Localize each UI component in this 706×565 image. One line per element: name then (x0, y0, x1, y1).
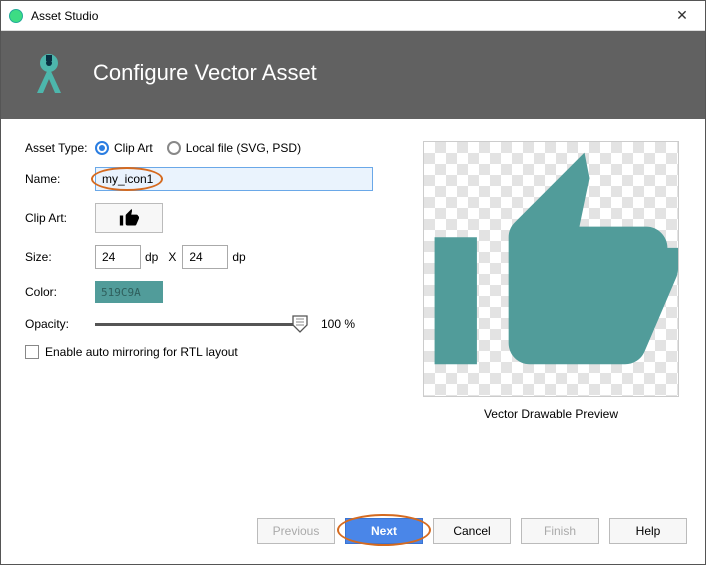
android-studio-logo-icon (25, 49, 73, 97)
name-input[interactable] (95, 167, 373, 191)
android-studio-icon (9, 9, 23, 23)
row-color: Color: 519C9A (25, 281, 395, 303)
radio-local-file[interactable]: Local file (SVG, PSD) (167, 141, 301, 155)
size-height-input[interactable] (182, 245, 228, 269)
radio-dot-icon (95, 141, 109, 155)
thumb-up-icon (119, 208, 139, 228)
size-label: Size: (25, 250, 95, 264)
header: Configure Vector Asset (1, 31, 705, 119)
row-clip-art: Clip Art: (25, 203, 395, 233)
body: Asset Type: Clip Art Local file (SVG, PS… (1, 119, 705, 504)
previous-button[interactable]: Previous (257, 518, 335, 544)
opacity-label: Opacity: (25, 317, 95, 331)
finish-button[interactable]: Finish (521, 518, 599, 544)
radio-local-file-label: Local file (SVG, PSD) (186, 141, 301, 155)
rtl-checkbox[interactable] (25, 345, 39, 359)
slider-track (95, 323, 301, 326)
radio-clip-art[interactable]: Clip Art (95, 141, 153, 155)
window-title: Asset Studio (31, 9, 667, 23)
size-width-input[interactable] (95, 245, 141, 269)
row-asset-type: Asset Type: Clip Art Local file (SVG, PS… (25, 141, 395, 155)
asset-type-label: Asset Type: (25, 141, 95, 155)
row-size: Size: dp X dp (25, 245, 395, 269)
footer: Previous Next Cancel Finish Help (1, 504, 705, 564)
color-label: Color: (25, 285, 95, 299)
slider-thumb-icon (292, 315, 308, 331)
close-icon[interactable]: ✕ (667, 7, 697, 24)
next-button[interactable]: Next (345, 518, 423, 544)
name-label: Name: (25, 172, 95, 186)
radio-dot-icon (167, 141, 181, 155)
size-dp-label-1: dp (145, 250, 158, 264)
opacity-value: 100 % (321, 317, 355, 331)
radio-clip-art-label: Clip Art (114, 141, 153, 155)
size-x-label: X (168, 250, 176, 264)
size-dp-label-2: dp (232, 250, 245, 264)
clip-art-label: Clip Art: (25, 211, 95, 225)
titlebar: Asset Studio ✕ (1, 1, 705, 31)
clip-art-picker-button[interactable] (95, 203, 163, 233)
cancel-button[interactable]: Cancel (433, 518, 511, 544)
thumb-up-preview-icon (424, 141, 678, 397)
form-panel: Asset Type: Clip Art Local file (SVG, PS… (25, 141, 395, 494)
preview-panel: Vector Drawable Preview (421, 141, 681, 494)
preview-caption: Vector Drawable Preview (484, 407, 618, 421)
color-swatch[interactable]: 519C9A (95, 281, 163, 303)
header-title: Configure Vector Asset (93, 60, 317, 86)
opacity-slider[interactable] (95, 315, 301, 333)
row-name: Name: (25, 167, 395, 191)
row-opacity: Opacity: 100 % (25, 315, 395, 333)
rtl-label: Enable auto mirroring for RTL layout (45, 345, 238, 359)
help-button[interactable]: Help (609, 518, 687, 544)
row-rtl: Enable auto mirroring for RTL layout (25, 345, 395, 359)
dialog-window: Asset Studio ✕ Configure Vector Asset As… (0, 0, 706, 565)
preview-canvas (423, 141, 679, 397)
